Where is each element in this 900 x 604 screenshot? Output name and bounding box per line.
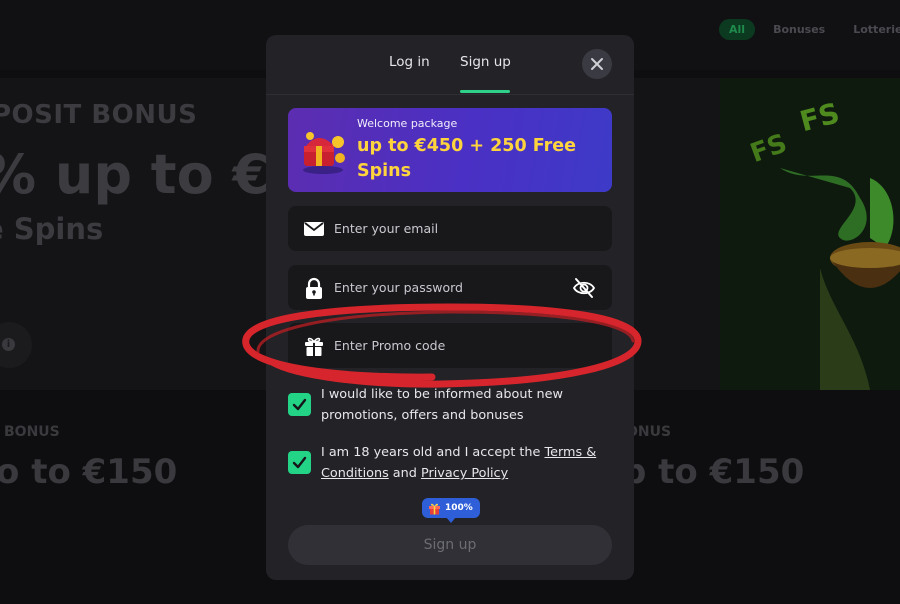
tab-signup[interactable]: Sign up bbox=[460, 54, 511, 70]
toggle-password-visibility[interactable] bbox=[571, 275, 597, 301]
terms-text-and: and bbox=[388, 466, 421, 481]
envelope-icon bbox=[304, 222, 324, 236]
checkmark-icon bbox=[292, 398, 307, 411]
gift-icon bbox=[429, 503, 440, 514]
bonus-badge: 100% bbox=[422, 498, 480, 523]
filter-pills: All Bonuses Lotteries bbox=[719, 19, 900, 40]
checkmark-icon bbox=[292, 456, 307, 469]
hero-subtitle: POSIT BONUS bbox=[0, 100, 198, 130]
treasure-chest-icon bbox=[303, 132, 345, 174]
newsletter-checkbox[interactable] bbox=[288, 393, 311, 416]
pill-all[interactable]: All bbox=[719, 19, 756, 40]
terms-text-prefix: I am 18 years old and I accept the bbox=[321, 445, 545, 460]
pill-bonuses[interactable]: Bonuses bbox=[763, 19, 835, 40]
tab-login[interactable]: Log in bbox=[389, 54, 430, 70]
lock-icon bbox=[306, 277, 322, 299]
password-field bbox=[288, 265, 612, 310]
terms-consent-text: I am 18 years old and I accept the Terms… bbox=[321, 442, 613, 484]
close-icon bbox=[591, 58, 603, 70]
newsletter-consent-text: I would like to be informed about new pr… bbox=[321, 387, 563, 423]
bonus-card-amount: p to €150 bbox=[622, 452, 805, 492]
terms-checkbox[interactable] bbox=[288, 451, 311, 474]
auth-tabs: Log in Sign up bbox=[266, 35, 634, 95]
bonus-badge-text: 100% bbox=[445, 503, 473, 513]
gift-icon bbox=[305, 337, 323, 356]
auth-modal: Log in Sign up Welcome package up to €45… bbox=[266, 35, 634, 580]
bonus-card-label: BONUS bbox=[4, 424, 60, 440]
promo-code-input[interactable] bbox=[334, 323, 570, 368]
privacy-policy-link[interactable]: Privacy Policy bbox=[421, 466, 508, 481]
hero-illustration: FS FS bbox=[720, 78, 900, 390]
email-input[interactable] bbox=[334, 206, 570, 251]
hero-title: % up to € bbox=[0, 143, 271, 206]
welcome-package-banner: Welcome package up to €450 + 250 Free Sp… bbox=[288, 108, 612, 192]
close-button[interactable] bbox=[582, 49, 612, 79]
eye-off-icon bbox=[572, 278, 596, 298]
pill-lotteries[interactable]: Lotteries bbox=[843, 19, 900, 40]
active-tab-indicator bbox=[460, 90, 510, 93]
promo-code-field bbox=[288, 323, 612, 368]
info-icon: i bbox=[2, 338, 15, 351]
bonus-card-amount: o to €150 bbox=[0, 452, 178, 492]
hero-spins: e Spins bbox=[0, 212, 104, 246]
signup-submit-button[interactable]: Sign up bbox=[288, 525, 612, 565]
password-input[interactable] bbox=[334, 265, 570, 310]
welcome-package-label: Welcome package bbox=[357, 117, 458, 130]
email-field bbox=[288, 206, 612, 251]
welcome-package-offer: up to €450 + 250 Free Spins bbox=[357, 136, 576, 181]
